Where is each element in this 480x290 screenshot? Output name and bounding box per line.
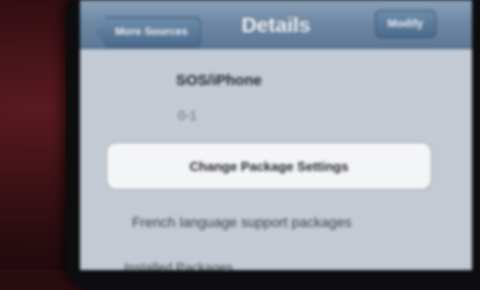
modify-button[interactable]: Modify <box>374 10 436 38</box>
change-package-settings-button[interactable]: Change Package Settings <box>106 142 432 190</box>
section-header: Installed Packages <box>124 260 234 270</box>
phone-screen: More Sources Details Modify SOS/iPhone 0… <box>80 0 472 270</box>
package-version: 0-1 <box>178 108 197 123</box>
details-content: SOS/iPhone 0-1 Change Package Settings F… <box>80 48 472 270</box>
navigation-bar: More Sources Details Modify <box>80 0 472 49</box>
package-name: SOS/iPhone <box>176 72 262 89</box>
package-description: French language support packages <box>132 214 352 230</box>
